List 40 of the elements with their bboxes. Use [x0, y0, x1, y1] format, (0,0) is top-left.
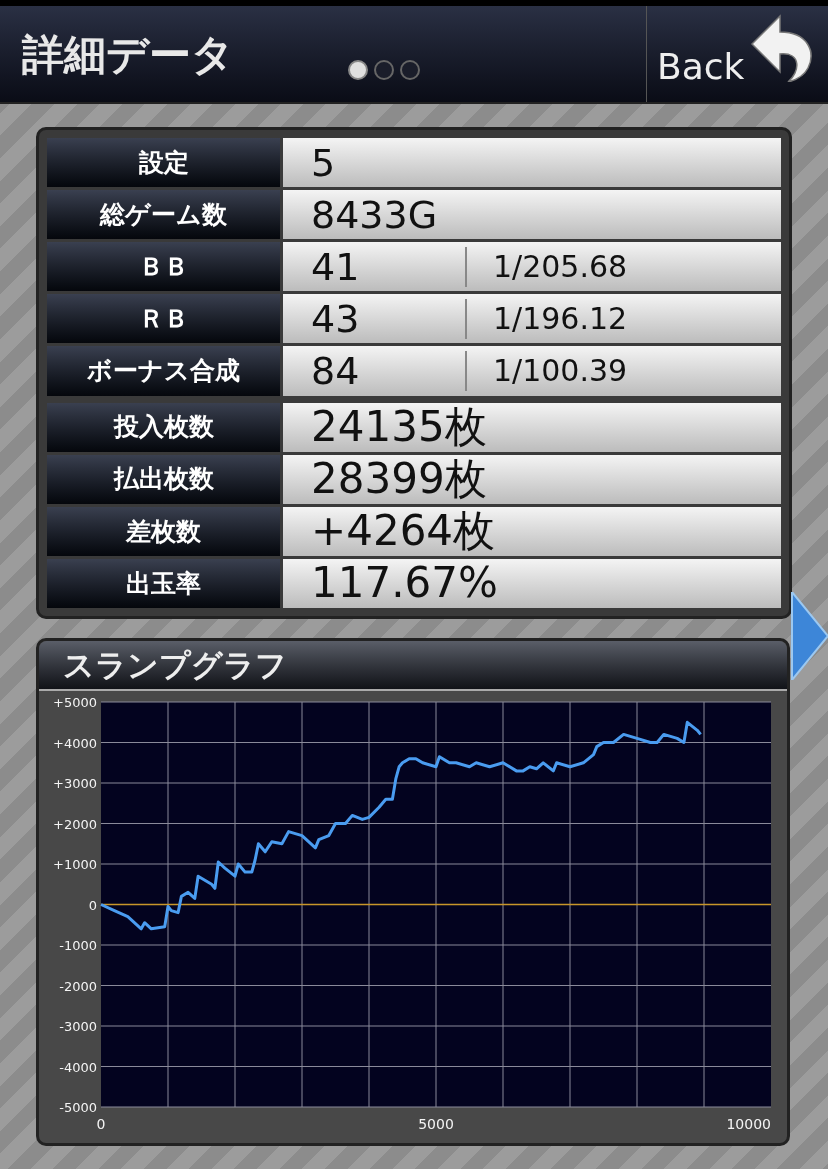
next-page-arrow[interactable]: [788, 592, 828, 680]
y-tick-label: +3000: [53, 776, 97, 791]
x-tick-label: 10000: [726, 1116, 771, 1132]
x-tick-label: 5000: [418, 1116, 454, 1132]
row-label: 出玉率: [47, 558, 280, 608]
triangle-right-icon: [788, 592, 828, 680]
row-value: 28399枚: [311, 458, 487, 501]
probability-value: 1/196.12: [465, 298, 628, 339]
row-value: 43: [311, 299, 361, 338]
y-tick-label: -4000: [59, 1059, 97, 1075]
y-tick-label: -2000: [59, 978, 97, 994]
row-value: +4264枚: [311, 510, 496, 553]
y-tick-label: 0: [88, 897, 97, 913]
row-value: 5: [311, 143, 336, 182]
row-label: 総ゲーム数: [47, 190, 280, 240]
probability-value: 1/100.39: [465, 351, 628, 391]
y-tick-label: -1000: [59, 938, 97, 953]
row-label: ＢＢ: [47, 242, 280, 292]
back-button[interactable]: Back: [646, 6, 828, 102]
page-title: 詳細データ: [22, 28, 234, 81]
row-value: 41: [311, 247, 361, 286]
y-tick-label: +5000: [53, 695, 97, 710]
graph-title: スランプグラフ: [63, 645, 287, 685]
row-value: 24135枚: [311, 406, 487, 449]
y-tick-label: -5000: [59, 1100, 97, 1115]
y-tick-label: -3000: [59, 1019, 97, 1034]
row-label: ボーナス合成: [47, 346, 280, 396]
row-value: 117.67%: [311, 562, 498, 605]
y-tick-label: +2000: [53, 816, 97, 832]
row-label: 設定: [47, 138, 280, 188]
row-value: 84: [311, 352, 361, 390]
row-label: 投入枚数: [47, 402, 280, 452]
row-label: ＲＢ: [47, 294, 280, 344]
row-label: 払出枚数: [47, 454, 280, 504]
y-tick-label: +1000: [53, 857, 97, 872]
x-tick-label: 0: [96, 1116, 106, 1132]
y-tick-label: +4000: [53, 735, 97, 751]
row-label: 差枚数: [47, 506, 280, 556]
probability-value: 1/205.68: [465, 246, 628, 287]
row-value: 8433G: [311, 195, 438, 234]
